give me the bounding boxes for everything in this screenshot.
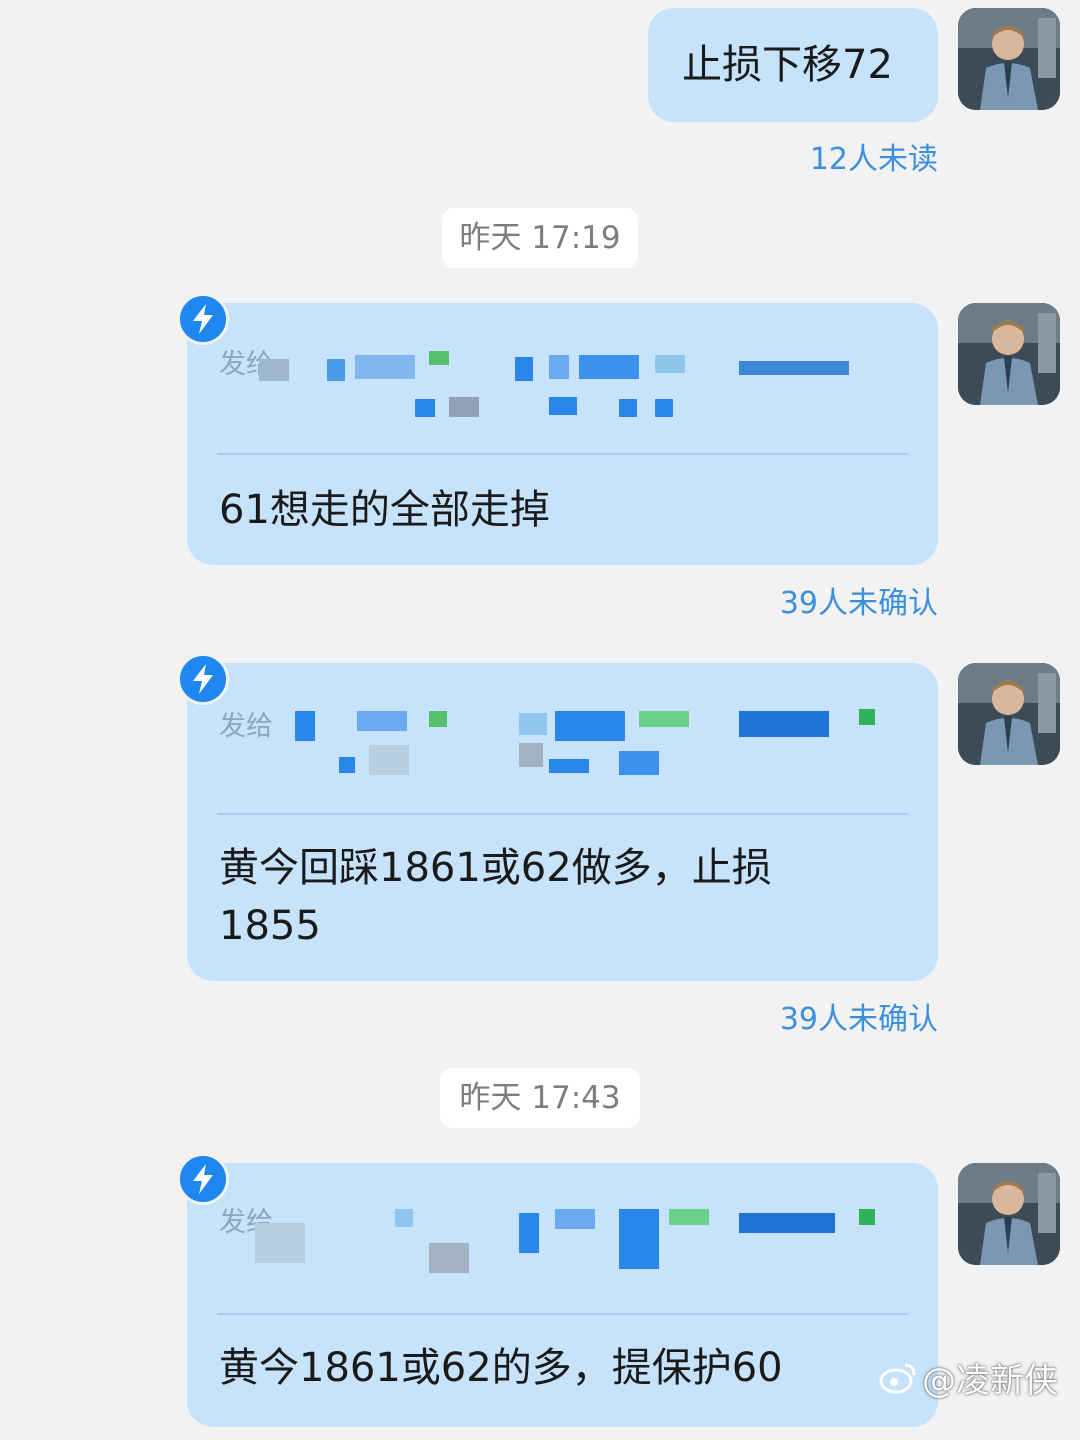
urgent-message-bubble[interactable]: 发给 黄今1861或62的多，提保护60 [187, 1163, 938, 1427]
redacted-block [549, 759, 589, 773]
recipient-list[interactable]: 发给 [219, 707, 906, 793]
redacted-block [515, 357, 533, 381]
timestamp: 昨天 17:43 [440, 1068, 640, 1128]
user-avatar[interactable] [958, 1163, 1060, 1265]
redacted-block [519, 713, 547, 735]
redacted-block [255, 1223, 305, 1263]
unread-count[interactable]: 12人未读 [810, 134, 938, 178]
recipient-list[interactable]: 发给 [219, 1203, 906, 1289]
redacted-block [395, 1209, 413, 1227]
chat-screen: 止损下移72 12人未读 昨天 17:19 发给 61想走的全部走掉 39人未确… [0, 0, 1080, 1440]
message-text: 61想走的全部走掉 [219, 487, 550, 533]
user-avatar[interactable] [958, 303, 1060, 405]
user-avatar[interactable] [958, 663, 1060, 765]
redacted-block [295, 711, 315, 741]
redacted-block [619, 1209, 659, 1269]
redacted-block [355, 355, 415, 379]
redacted-block [555, 711, 625, 741]
unconfirmed-count[interactable]: 39人未确认 [780, 578, 938, 622]
redacted-block [429, 711, 447, 727]
redacted-block [619, 399, 637, 417]
watermark-text: @凌新侠 [922, 1360, 1058, 1401]
recipient-list[interactable]: 发给 [219, 345, 906, 431]
redacted-block [339, 757, 355, 773]
redacted-block [549, 397, 577, 415]
urgent-message-bubble[interactable]: 发给 61想走的全部走掉 [187, 303, 938, 565]
lightning-bolt-icon [177, 293, 229, 345]
weibo-logo-icon [879, 1363, 916, 1394]
redacted-block [739, 1213, 835, 1233]
redacted-block [327, 359, 345, 381]
redacted-block [357, 711, 407, 731]
redacted-block [369, 745, 409, 775]
message-text: 黄今1861或62的多，提保护60 [219, 1345, 783, 1391]
watermark: @凌新侠 [878, 1352, 1058, 1402]
redacted-block [639, 711, 689, 727]
redacted-block [655, 399, 673, 417]
redacted-block [859, 709, 875, 725]
redacted-block [555, 1209, 595, 1229]
lightning-bolt-icon [177, 1153, 229, 1205]
redacted-block [259, 359, 289, 381]
urgent-message-bubble[interactable]: 发给 黄今回踩1861或62做多，止损1855 [187, 663, 938, 981]
user-avatar[interactable] [958, 8, 1060, 110]
redacted-block [859, 1209, 875, 1225]
redacted-block [415, 399, 435, 417]
unconfirmed-count[interactable]: 39人未确认 [780, 994, 938, 1038]
divider [217, 453, 908, 455]
redacted-block [739, 361, 849, 375]
redacted-block [655, 355, 685, 373]
redacted-block [519, 743, 543, 767]
lightning-bolt-icon [177, 653, 229, 705]
redacted-block [619, 751, 659, 775]
redacted-block [579, 355, 639, 379]
divider [217, 813, 908, 815]
message-bubble[interactable]: 止损下移72 [648, 8, 938, 122]
redacted-block [449, 397, 479, 417]
redacted-block [669, 1209, 709, 1225]
divider [217, 1313, 908, 1315]
redacted-block [549, 355, 569, 379]
redacted-block [739, 711, 829, 737]
redacted-block [429, 351, 449, 365]
message-text: 黄今回踩1861或62做多，止损1855 [219, 845, 772, 949]
redacted-block [519, 1213, 539, 1253]
recipients-prefix: 发给 [219, 711, 273, 742]
redacted-block [429, 1243, 469, 1273]
message-text: 止损下移72 [682, 42, 893, 88]
timestamp: 昨天 17:19 [442, 208, 638, 268]
